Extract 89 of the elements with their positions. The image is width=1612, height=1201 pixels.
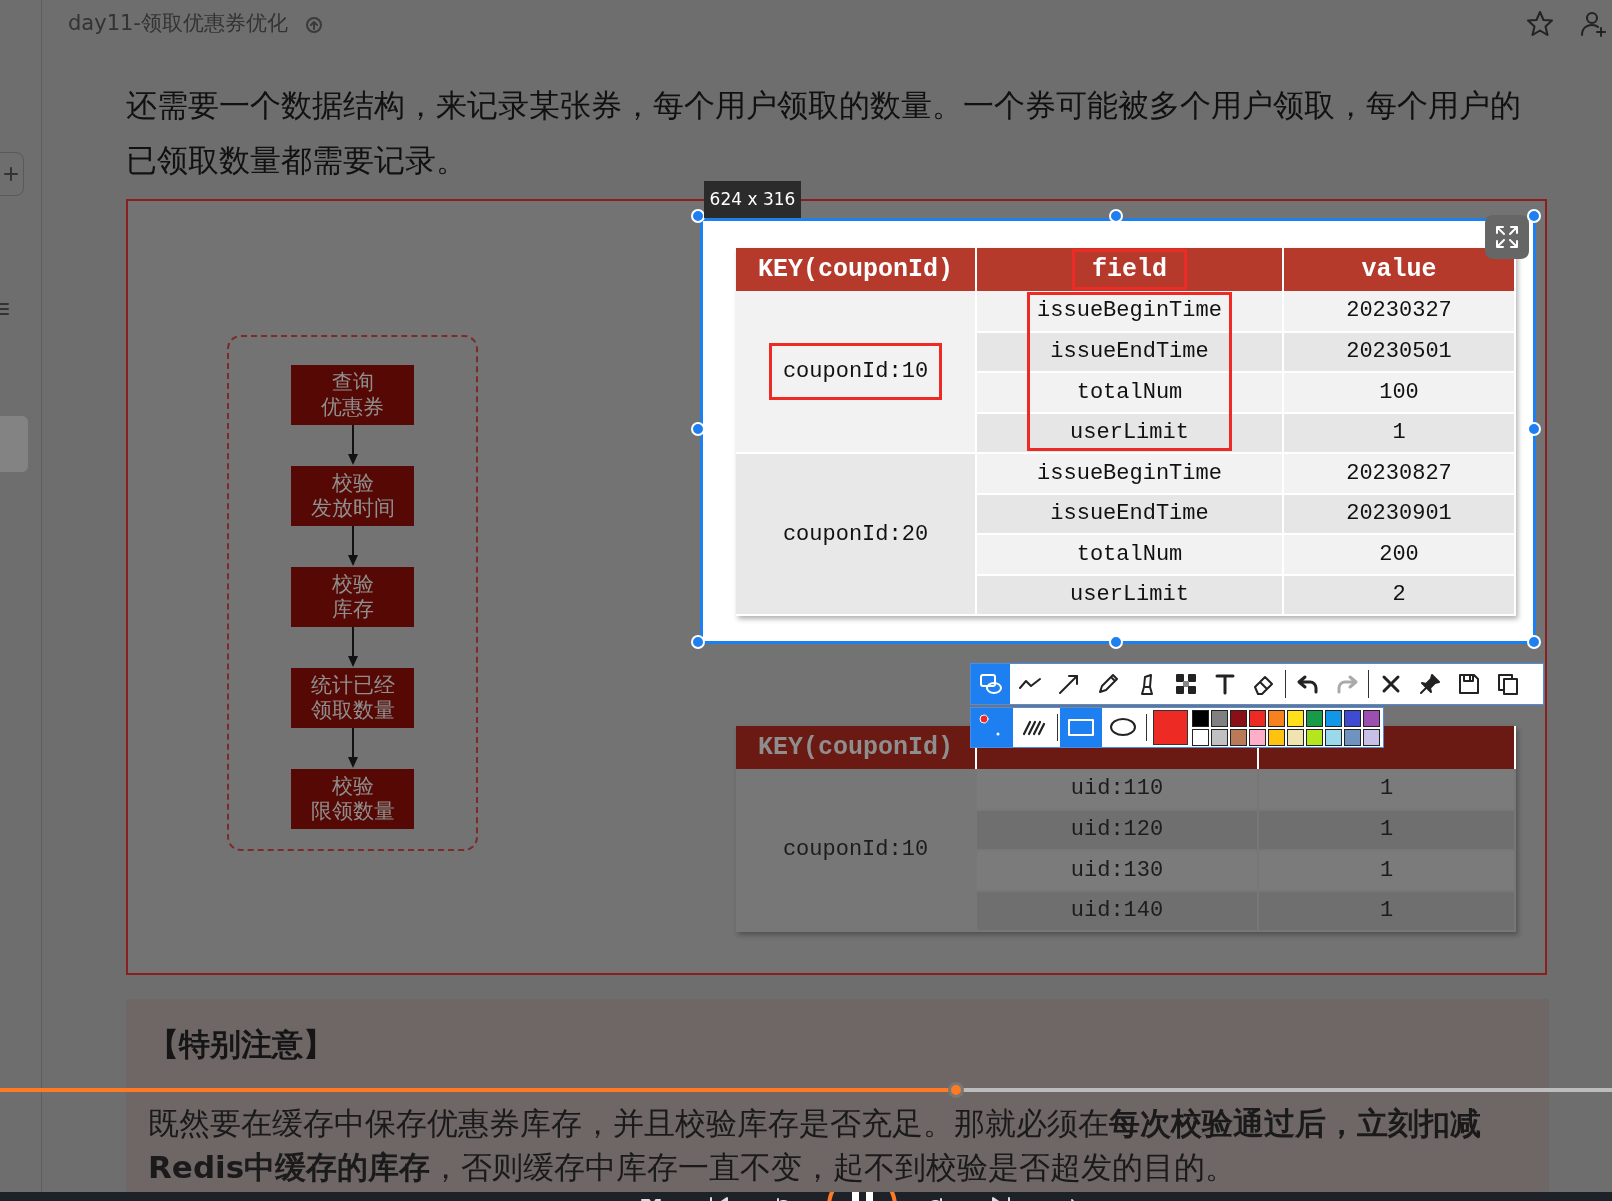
table-cell: 20230327 xyxy=(1283,291,1515,332)
resize-handle[interactable] xyxy=(691,635,705,649)
table-cell: uid:140 xyxy=(976,890,1258,931)
arrow-icon xyxy=(1056,672,1081,696)
resize-handle[interactable] xyxy=(691,209,705,223)
resize-handle[interactable] xyxy=(691,422,705,436)
table-cell: couponId:10 xyxy=(736,769,976,931)
copy-icon xyxy=(1495,672,1520,696)
flowchart-step: 校验 库存 xyxy=(291,567,414,627)
annotation-rectangle[interactable] xyxy=(768,343,943,400)
color-swatch[interactable] xyxy=(1192,709,1209,727)
color-swatch[interactable] xyxy=(1230,728,1247,746)
table-cell: couponId:20 xyxy=(736,453,976,615)
add-user-icon[interactable] xyxy=(1579,9,1609,39)
flow-arrow xyxy=(346,526,359,567)
color-swatch[interactable] xyxy=(1230,709,1247,727)
table-cell: 1 xyxy=(1258,769,1515,810)
star-icon[interactable] xyxy=(1525,9,1555,39)
color-swatch[interactable] xyxy=(1363,728,1380,746)
color-swatch[interactable] xyxy=(1192,728,1209,746)
plus-icon xyxy=(3,166,19,182)
resize-handle[interactable] xyxy=(1527,422,1541,436)
size-label: 624 x 316 xyxy=(704,181,801,218)
resize-handle[interactable] xyxy=(1109,635,1123,649)
column-header: value xyxy=(1283,248,1515,291)
paragraph-text: 还需要一个数据结构，来记录某张券，每个用户领取的数量。一个券可能被多个用户领取，每个用户的已领取数量都需要记录。 xyxy=(126,86,1522,180)
table-cell: 20230901 xyxy=(1283,493,1515,534)
color-swatch[interactable] xyxy=(1306,709,1323,727)
color-swatch[interactable] xyxy=(1268,709,1285,727)
table-cell: 1 xyxy=(1258,850,1515,891)
pin-icon xyxy=(1417,672,1442,696)
table-cell: issueBeginTime xyxy=(976,291,1283,332)
table-cell: uid:130 xyxy=(976,850,1258,891)
flowchart-step: 校验 发放时间 xyxy=(291,466,414,526)
resize-handle[interactable] xyxy=(1527,635,1541,649)
table-cell: 200 xyxy=(1283,534,1515,575)
column-header: KEY(couponId) xyxy=(736,726,976,769)
color-swatch[interactable] xyxy=(1306,728,1323,746)
color-swatch[interactable] xyxy=(1325,709,1342,727)
color-swatch[interactable] xyxy=(1249,709,1266,727)
table-cell: issueEndTime xyxy=(976,493,1283,534)
table-cell: uid:110 xyxy=(976,769,1258,810)
annotation-rectangle[interactable] xyxy=(1027,292,1232,452)
table-cell: 1 xyxy=(1258,809,1515,850)
note-title: 【特别注意】 xyxy=(148,1025,335,1063)
table-cell: couponId:10 xyxy=(736,291,976,453)
table-cell: 2 xyxy=(1283,574,1515,615)
resize-handle[interactable] xyxy=(1527,209,1541,223)
flowchart-step: 统计已经 领取数量 xyxy=(291,668,414,728)
add-button[interactable] xyxy=(0,152,24,196)
color-swatch[interactable] xyxy=(1249,728,1266,746)
flow-arrow xyxy=(346,425,359,466)
color-swatch[interactable] xyxy=(1344,709,1361,727)
mosaic-icon xyxy=(1173,672,1198,696)
flow-arrow xyxy=(346,627,359,668)
table-cell: 20230827 xyxy=(1283,453,1515,494)
shapes-icon xyxy=(978,672,1003,696)
table-cell: userLimit xyxy=(976,574,1283,615)
color-swatch[interactable] xyxy=(1344,728,1361,746)
selection-frame[interactable]: KEY(couponId) field value couponId:10 issueBeginTime 20230327 issueEndTime 20230501 totalNum 100 userLimit 1 couponId:20 issueBeginTime 20230827 issueEndTime 20230901 totalNum 200 userLimit 2 xyxy=(700,218,1536,644)
color-swatch[interactable] xyxy=(1211,709,1228,727)
expand-button[interactable] xyxy=(1485,215,1529,259)
table-cell: totalNum xyxy=(976,534,1283,575)
flowchart-step: 校验 限领数量 xyxy=(291,769,414,829)
color-swatch[interactable] xyxy=(1287,728,1304,746)
column-header: field xyxy=(976,248,1283,291)
note-text: 既然要在缓存中保存优惠券库存，并且校验库存是否充足。那就必须在每次校验通过后，立刻扣减Redis中缓存的库存，否则缓存中库存一直不变，起不到校验是否超发的目的。 xyxy=(148,1104,1482,1187)
table-cell: 1 xyxy=(1283,412,1515,453)
table-cell: 20230501 xyxy=(1283,331,1515,372)
current-color-swatch[interactable] xyxy=(1153,710,1188,745)
column-header: KEY(couponId) xyxy=(736,248,976,291)
expand-icon xyxy=(1494,224,1520,250)
save-icon xyxy=(1456,672,1481,696)
color-swatch[interactable] xyxy=(1211,728,1228,746)
table-cell: 100 xyxy=(1283,372,1515,413)
color-swatch[interactable] xyxy=(1363,709,1380,727)
table-cell: issueEndTime xyxy=(976,331,1283,372)
color-swatch[interactable] xyxy=(1268,728,1285,746)
document-title: day11-领取优惠券优化 xyxy=(68,10,288,38)
table-cell: uid:120 xyxy=(976,809,1258,850)
color-swatch[interactable] xyxy=(1287,709,1304,727)
table-cell: issueBeginTime xyxy=(976,453,1283,494)
table-cell: 1 xyxy=(1258,890,1515,931)
flow-arrow xyxy=(346,728,359,769)
table-cell: totalNum xyxy=(976,372,1283,413)
progress-track[interactable] xyxy=(0,1088,1612,1092)
flowchart-step: 查询 优惠券 xyxy=(291,365,414,425)
resize-handle[interactable] xyxy=(1109,209,1123,223)
color-swatch[interactable] xyxy=(1325,728,1342,746)
